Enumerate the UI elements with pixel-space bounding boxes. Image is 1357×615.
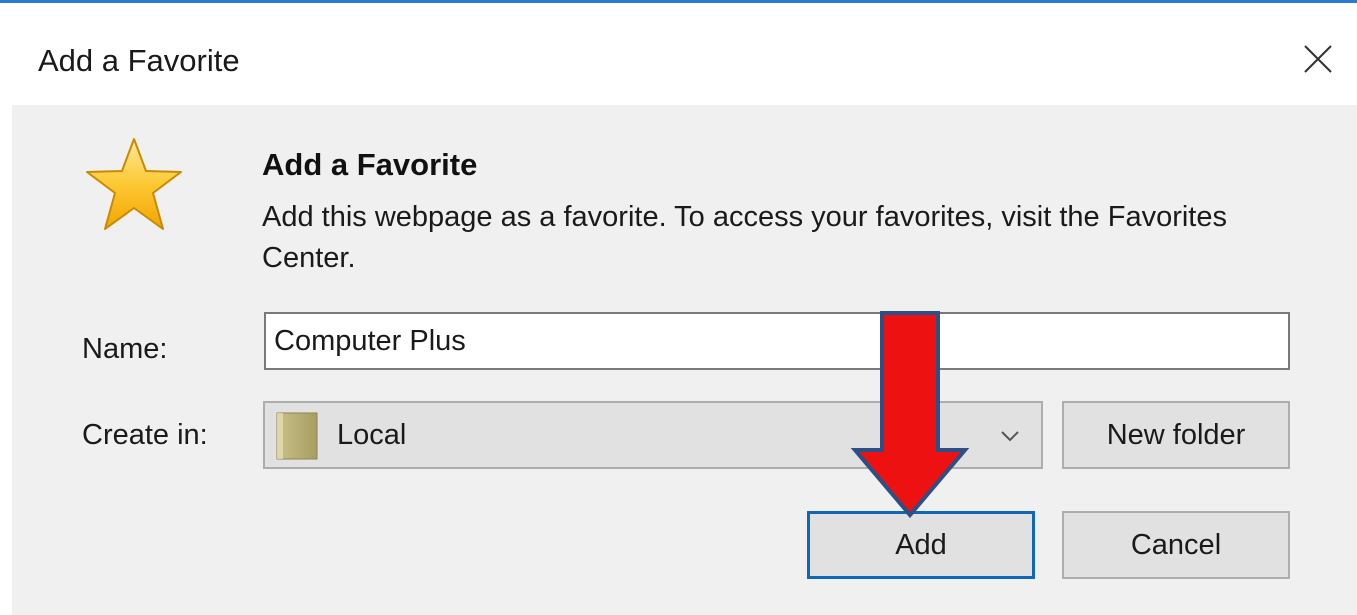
chevron-down-icon xyxy=(1001,431,1019,442)
name-input[interactable] xyxy=(264,312,1290,370)
create-in-label: Create in: xyxy=(82,419,208,451)
close-icon xyxy=(1304,45,1332,73)
add-favorite-dialog: Add a Favorite Add a Favorite Add this w… xyxy=(0,0,1357,615)
create-in-value: Local xyxy=(337,419,407,451)
dialog-heading: Add a Favorite xyxy=(262,147,478,182)
red-arrow-icon xyxy=(850,311,970,519)
add-button[interactable]: Add xyxy=(807,511,1035,579)
cancel-button[interactable]: Cancel xyxy=(1062,511,1290,579)
name-label: Name: xyxy=(82,333,168,365)
star-icon xyxy=(86,138,182,230)
title-bar: Add a Favorite xyxy=(0,3,1357,105)
close-button[interactable] xyxy=(1290,31,1346,87)
dialog-body: Add a Favorite Add this webpage as a fav… xyxy=(12,105,1357,615)
new-folder-button[interactable]: New folder xyxy=(1062,401,1290,469)
dialog-description: Add this webpage as a favorite. To acces… xyxy=(262,201,1227,274)
folder-icon xyxy=(276,412,318,460)
window-title: Add a Favorite xyxy=(38,43,240,78)
